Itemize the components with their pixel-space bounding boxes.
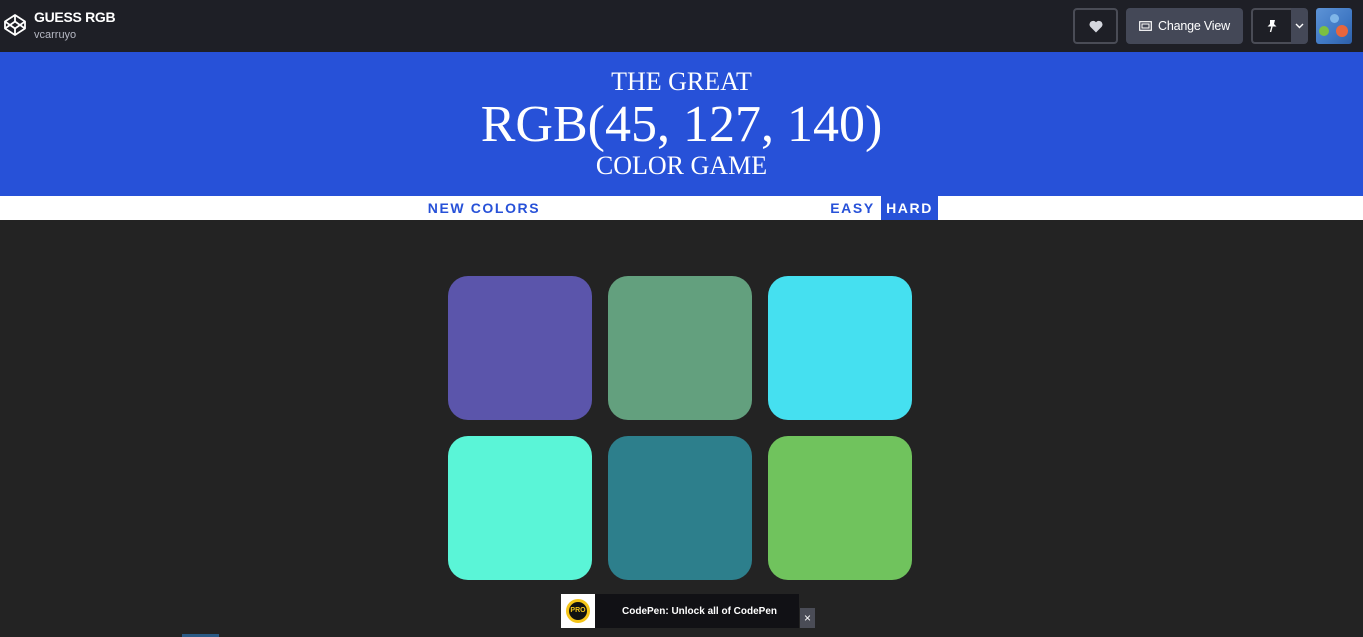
pro-promo-banner[interactable]: PRO CodePen: Unlock all of CodePen xyxy=(561,594,799,628)
easy-mode-button[interactable]: EASY xyxy=(824,196,881,220)
hard-mode-button[interactable]: HARD xyxy=(881,196,938,220)
user-avatar[interactable] xyxy=(1316,8,1352,44)
title-line-1: THE GREAT xyxy=(611,67,752,96)
pin-dropdown-button[interactable] xyxy=(1291,8,1308,44)
change-view-label: Change View xyxy=(1158,19,1230,33)
codepen-header: GUESS RGB vcarruyo Change View xyxy=(0,0,1363,52)
layout-icon xyxy=(1139,21,1152,31)
close-promo-button[interactable]: × xyxy=(800,608,815,628)
rgb-display: RGB(45, 127, 140) xyxy=(480,96,883,153)
color-square[interactable] xyxy=(608,276,752,420)
title-line-3: COLOR GAME xyxy=(595,151,768,180)
change-view-button[interactable]: Change View xyxy=(1126,8,1243,44)
heart-icon xyxy=(1088,20,1103,32)
color-square[interactable] xyxy=(608,436,752,580)
color-square[interactable] xyxy=(768,276,912,420)
controls-bar: NEW COLORS EASY HARD xyxy=(0,196,1363,220)
codepen-logo-icon[interactable] xyxy=(3,13,27,37)
color-square[interactable] xyxy=(768,436,912,580)
color-square[interactable] xyxy=(448,276,592,420)
game-header: THE GREAT RGB(45, 127, 140) COLOR GAME xyxy=(0,52,1363,196)
pin-icon xyxy=(1267,20,1277,33)
pro-badge-icon: PRO xyxy=(561,594,595,628)
new-colors-button[interactable]: NEW COLORS xyxy=(422,196,546,220)
heart-button[interactable] xyxy=(1073,8,1118,44)
chevron-down-icon xyxy=(1295,23,1304,29)
pen-title[interactable]: GUESS RGB xyxy=(34,9,116,25)
promo-text: CodePen: Unlock all of CodePen xyxy=(622,605,778,617)
color-square[interactable] xyxy=(448,436,592,580)
pen-author-link[interactable]: vcarruyo xyxy=(34,29,76,41)
pin-button[interactable] xyxy=(1251,8,1291,44)
